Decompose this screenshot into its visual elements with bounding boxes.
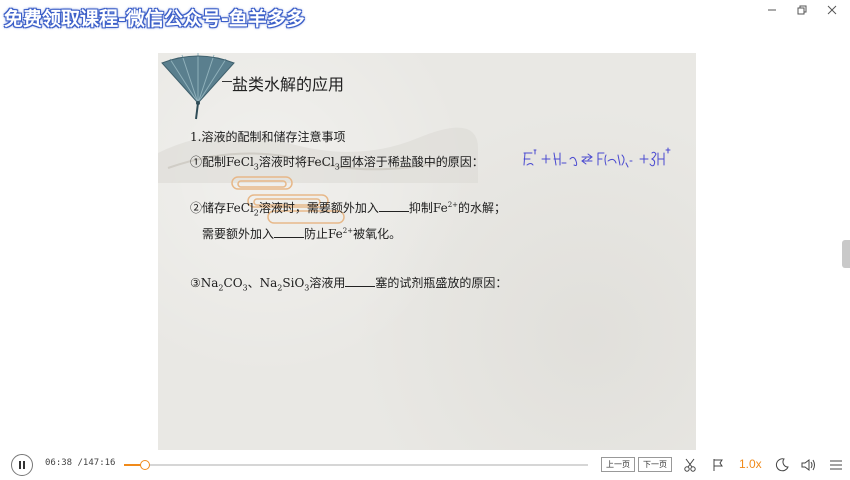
answer-blank xyxy=(378,201,409,212)
night-mode-icon[interactable] xyxy=(774,457,790,473)
slide-title: 盐类水解的应用 xyxy=(232,75,345,94)
time-display: 06:38 /147:16 xyxy=(45,458,115,468)
pause-icon xyxy=(19,461,25,469)
prev-page-button[interactable]: 上一页 xyxy=(601,457,635,472)
progress-bar[interactable] xyxy=(124,460,588,470)
watermark-text: 免费领取课程-微信公众号-鱼羊多多 xyxy=(4,8,305,30)
item-1: ①配制FeCl3溶液时将FeCl3固体溶于稀盐酸中的原因： xyxy=(190,155,484,172)
scissors-icon[interactable] xyxy=(682,457,698,473)
minimize-icon[interactable] xyxy=(760,2,784,18)
current-time: 06:38 xyxy=(45,458,73,468)
progress-knob[interactable] xyxy=(139,460,150,470)
video-area[interactable]: 盐类水解的应用 1.溶液的配制和储存注意事项 ①配制FeCl3溶液时将FeCl3… xyxy=(0,20,850,456)
answer-blank xyxy=(345,276,376,287)
answer-blank xyxy=(274,227,305,238)
restore-icon[interactable] xyxy=(790,2,814,18)
pause-button[interactable] xyxy=(11,454,33,476)
flag-icon[interactable] xyxy=(710,457,726,473)
handwritten-equation xyxy=(523,147,671,168)
menu-icon[interactable] xyxy=(828,457,844,473)
next-page-button[interactable]: 下一页 xyxy=(638,457,672,472)
close-icon[interactable] xyxy=(820,2,844,18)
item-2: ②储存FeCl2溶液时，需要额外加入 抑制Fe2+的水解； xyxy=(190,201,507,218)
side-panel-toggle[interactable] xyxy=(842,240,850,268)
item-3: ③Na2CO3、Na2SiO3溶液用 塞的试剂瓶盛放的原因： xyxy=(190,276,508,293)
playback-speed[interactable]: 1.0x xyxy=(739,457,762,471)
volume-icon[interactable] xyxy=(801,457,817,473)
player-controls: 06:38 /147:16 上一页 下一页 1.0x xyxy=(0,450,850,480)
lecture-slide: 盐类水解的应用 1.溶液的配制和储存注意事项 ①配制FeCl3溶液时将FeCl3… xyxy=(158,53,696,456)
item-2b: 需要额外加入 防止Fe2+被氧化。 xyxy=(202,227,402,241)
folding-fan-icon xyxy=(161,53,235,120)
section-heading: 1.溶液的配制和储存注意事项 xyxy=(190,130,346,144)
title-accent-line xyxy=(222,81,232,82)
window-controls xyxy=(760,2,844,18)
total-time: /147:16 xyxy=(77,458,116,468)
